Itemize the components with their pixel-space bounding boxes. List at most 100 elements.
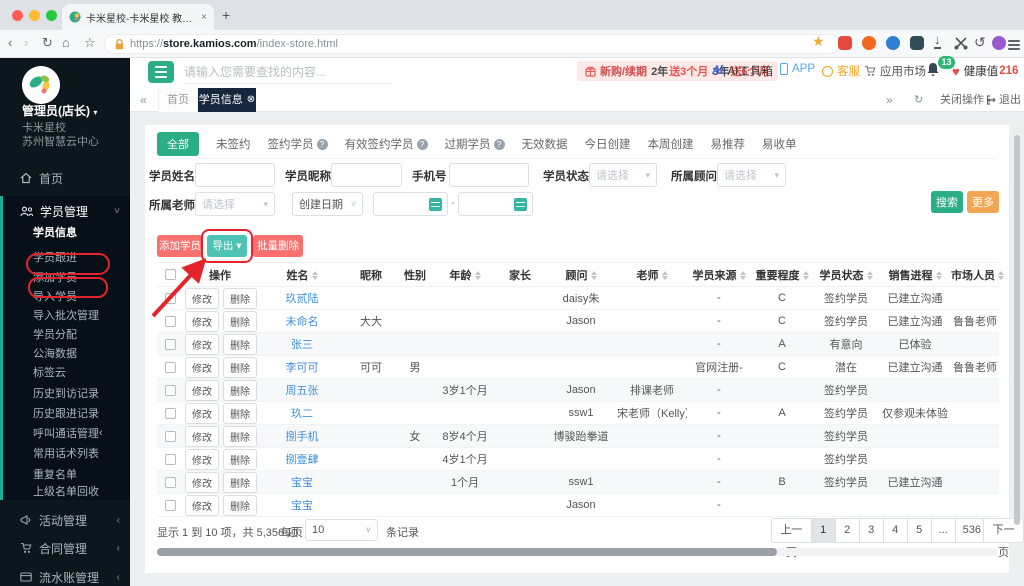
back-icon[interactable]: ‹: [8, 35, 12, 51]
sidebar-item-import-student[interactable]: 导入学员: [0, 286, 130, 306]
sidebar-group-ledger[interactable]: 流水账管理 ‹: [0, 567, 130, 586]
delete-button[interactable]: 删除: [223, 471, 257, 493]
user-role[interactable]: 管理员(店长) ▾: [22, 102, 97, 119]
page-button-536[interactable]: 536: [955, 518, 985, 543]
sidebar-group-activity[interactable]: 活动管理 ‹: [0, 510, 130, 530]
col-name[interactable]: 姓名: [257, 262, 347, 287]
row-checkbox[interactable]: [164, 292, 176, 304]
sidebar-item-public-pool[interactable]: 公海数据: [0, 343, 130, 363]
page-button-5[interactable]: 5: [907, 518, 932, 543]
filter-tab-yituijian[interactable]: 易推荐: [711, 136, 746, 152]
filter-tab-created-week[interactable]: 本周创建: [648, 136, 694, 152]
reload-icon[interactable]: ↻: [42, 35, 53, 51]
delete-button[interactable]: 删除: [223, 287, 257, 309]
row-checkbox[interactable]: [164, 407, 176, 419]
address-bar[interactable]: https://store.kamios.com/index-store.htm…: [104, 34, 840, 54]
date-end-input[interactable]: [458, 192, 533, 216]
date-start-input[interactable]: [373, 192, 448, 216]
edit-button[interactable]: 修改: [185, 379, 219, 401]
col-importance[interactable]: 重要程度: [751, 262, 813, 287]
sort-icon[interactable]: [590, 271, 597, 281]
edit-button[interactable]: 修改: [185, 448, 219, 470]
vertical-scrollbar-thumb[interactable]: [1014, 135, 1020, 525]
scissors-icon[interactable]: [954, 36, 968, 50]
sidebar-item-add-student[interactable]: 添加学员: [0, 267, 130, 287]
screenshot-camera-icon[interactable]: [910, 36, 924, 50]
health-score[interactable]: ♥ 健康值 216: [952, 63, 1018, 79]
filter-tab-expired[interactable]: 过期学员?: [445, 136, 505, 152]
scroll-tabs-left-icon[interactable]: «: [140, 88, 147, 112]
app-menu-button[interactable]: [148, 61, 174, 83]
game-extension-icon[interactable]: [838, 36, 852, 50]
filter-tab-unsigned[interactable]: 未签约: [216, 136, 251, 152]
sort-icon[interactable]: [935, 271, 942, 281]
sidebar-item-student-assign[interactable]: 学员分配: [0, 324, 130, 344]
delete-button[interactable]: 删除: [223, 356, 257, 378]
add-student-button[interactable]: 添加学员: [157, 235, 203, 257]
sidebar-item-recycled-list[interactable]: 上级名单回收: [0, 481, 130, 501]
undo-icon[interactable]: ↺: [974, 34, 986, 51]
sidebar-item-import-batch[interactable]: 导入批次管理: [0, 305, 130, 325]
traffic-zoom-button[interactable]: [46, 10, 57, 21]
filter-tab-signed[interactable]: 签约学员?: [268, 136, 328, 152]
delete-button[interactable]: 删除: [223, 333, 257, 355]
date-type-select[interactable]: 创建日期 ˅: [292, 192, 363, 216]
browser-menu-icon[interactable]: [1008, 38, 1020, 52]
select-all-checkbox[interactable]: [164, 269, 176, 281]
per-page-select[interactable]: 10 ˅: [305, 519, 378, 541]
tab-close-icon[interactable]: ⊗: [247, 88, 255, 112]
browser-tab[interactable]: 卡米星校-卡米星校 教育培训... ×: [62, 4, 214, 30]
sort-icon[interactable]: [661, 271, 668, 281]
student-name-link[interactable]: 周五张: [286, 385, 319, 397]
logout-button[interactable]: 退出: [986, 88, 1021, 112]
global-search-input[interactable]: [184, 60, 392, 84]
browser-assistant-icon[interactable]: [886, 36, 900, 50]
delete-button[interactable]: 删除: [223, 379, 257, 401]
help-icon[interactable]: ?: [416, 138, 428, 150]
page-button-3[interactable]: 3: [859, 518, 884, 543]
edit-button[interactable]: 修改: [185, 333, 219, 355]
bookmark-outline-icon[interactable]: ☆: [84, 35, 96, 51]
traffic-close-button[interactable]: [12, 10, 23, 21]
sort-icon[interactable]: [474, 271, 481, 281]
sidebar-item-student-followup[interactable]: 学员跟进: [0, 247, 130, 267]
prev-page-button[interactable]: 上一页: [771, 518, 812, 559]
search-button[interactable]: 搜索: [931, 191, 963, 213]
col-market[interactable]: 市场人员: [951, 262, 1004, 287]
sort-icon[interactable]: [866, 271, 873, 281]
delete-button[interactable]: 删除: [223, 494, 257, 516]
sort-icon[interactable]: [998, 271, 1004, 281]
sort-icon[interactable]: [739, 271, 746, 281]
phone-input[interactable]: [449, 163, 529, 187]
app-market-button[interactable]: 应用市场: [864, 63, 926, 79]
page-ellipsis[interactable]: ...: [931, 518, 956, 543]
student-name-input[interactable]: [195, 163, 275, 187]
row-checkbox[interactable]: [164, 499, 176, 511]
orange-extension-icon[interactable]: [862, 36, 876, 50]
student-name-link[interactable]: 玖贰陆: [286, 293, 319, 305]
delete-button[interactable]: 删除: [223, 310, 257, 332]
row-checkbox[interactable]: [164, 315, 176, 327]
filter-tab-all[interactable]: 全部: [157, 132, 199, 156]
student-name-link[interactable]: 捌壹肆: [286, 454, 319, 466]
forward-icon[interactable]: ›: [24, 35, 28, 51]
home-icon[interactable]: ⌂: [62, 35, 70, 51]
sidebar-item-tag-cloud[interactable]: 标签云: [0, 362, 130, 382]
close-operations-dropdown[interactable]: 关闭操作 ▾: [940, 88, 991, 112]
delete-button[interactable]: 删除: [223, 448, 257, 470]
status-select[interactable]: 请选择 ▾: [589, 163, 657, 187]
row-checkbox[interactable]: [164, 453, 176, 465]
edit-button[interactable]: 修改: [185, 356, 219, 378]
sidebar-item-visit-history[interactable]: 历史到访记录: [0, 383, 130, 403]
sidebar-group-contract[interactable]: 合同管理 ‹: [0, 538, 130, 558]
student-nick-input[interactable]: [331, 163, 402, 187]
tab-home[interactable]: 首页: [158, 88, 198, 112]
col-source[interactable]: 学员来源: [687, 262, 751, 287]
page-button-1[interactable]: 1: [811, 518, 836, 543]
teacher-select[interactable]: 请选择 ▾: [195, 192, 275, 216]
sort-icon[interactable]: [802, 271, 809, 281]
filter-tab-yishoudan[interactable]: 易收单: [762, 136, 797, 152]
sidebar-group-student-management[interactable]: 学员管理 ˅: [0, 201, 130, 221]
col-advisor[interactable]: 顾问: [545, 262, 617, 287]
edit-button[interactable]: 修改: [185, 471, 219, 493]
